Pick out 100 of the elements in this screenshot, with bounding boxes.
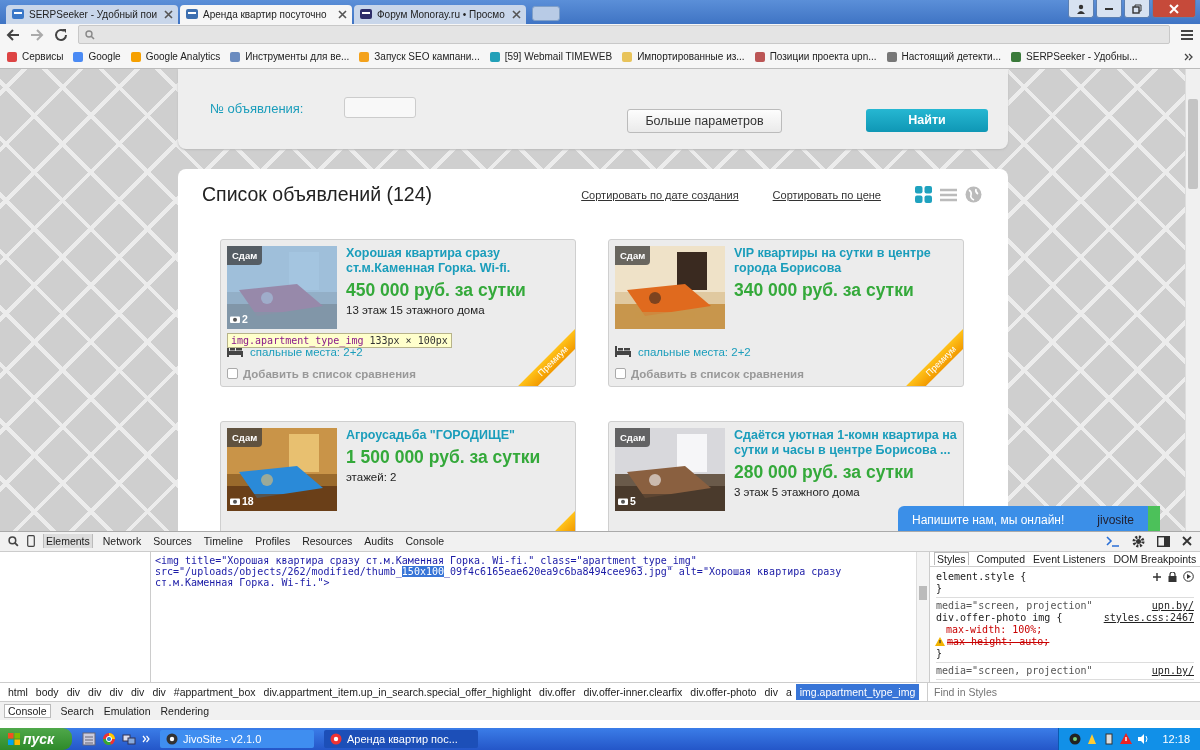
settings-icon[interactable] [1132, 535, 1145, 548]
styles-tab[interactable]: Computed [976, 553, 1026, 565]
bookmark[interactable]: Инструменты для ве... [229, 50, 350, 63]
console-icon[interactable] [1106, 535, 1120, 548]
drawer-tab[interactable]: Emulation [103, 705, 151, 717]
devtools-tab[interactable]: Resources [300, 534, 355, 549]
search-icon [85, 29, 95, 40]
close-icon[interactable] [512, 9, 521, 19]
styles-tab[interactable]: Styles [934, 552, 969, 566]
user-button[interactable] [1068, 0, 1094, 18]
breadcrumb[interactable]: div [105, 684, 127, 700]
source-link[interactable]: upn.by/ [1151, 600, 1194, 612]
scrollbar[interactable] [916, 552, 929, 682]
breadcrumb[interactable]: div.offer-inner.clearfix [579, 684, 687, 700]
bookmark[interactable]: Импортированные из... [621, 50, 745, 63]
breadcrumb[interactable]: div [84, 684, 106, 700]
bookmark[interactable]: Позиции проекта upn... [753, 50, 877, 63]
chat-prompt: Напишите нам, мы онлайн! [912, 512, 1066, 527]
devtools-tab[interactable]: Console [403, 534, 447, 549]
network-icon[interactable] [122, 732, 136, 746]
chat-widget[interactable]: Напишите нам, мы онлайн! jivosite [898, 505, 1160, 531]
bookmark[interactable]: Сервисы [6, 50, 64, 63]
bookmark[interactable]: [59] Webmail TIMEWEB [488, 50, 613, 63]
minimize-icon [1105, 7, 1113, 10]
calculator-icon[interactable] [82, 732, 96, 746]
breadcrumb[interactable]: html [4, 684, 32, 700]
breadcrumb[interactable]: div [148, 684, 170, 700]
breadcrumb[interactable]: body [31, 684, 63, 700]
breadcrumb[interactable]: div.offer-photo [686, 684, 761, 700]
play-icon[interactable] [1183, 571, 1194, 583]
breadcrumb[interactable]: div [760, 684, 782, 700]
devtools-tab[interactable]: Audits [362, 534, 396, 549]
breadcrumb[interactable]: a [781, 684, 796, 700]
maximize-button[interactable] [1124, 0, 1150, 18]
close-icon[interactable] [164, 9, 173, 19]
devtools-tab[interactable]: Sources [151, 534, 194, 549]
breadcrumb[interactable]: div [126, 684, 149, 700]
css-property: max-width: 100%; [946, 624, 1043, 636]
bookmark[interactable]: Google Analytics [129, 50, 221, 63]
floor-info: этажей: 2 [346, 470, 398, 483]
browser-tab[interactable]: Аренда квартир посуточно [180, 4, 352, 24]
bookmark-icon [358, 50, 371, 63]
browser-tab[interactable]: Форум Monoray.ru • Просмо [354, 4, 526, 24]
sort-link[interactable]: Сортировать по цене [772, 188, 881, 201]
breadcrumb[interactable]: div.offer [535, 684, 580, 700]
scrollbar[interactable] [1185, 68, 1200, 531]
drawer-tab[interactable]: Rendering [160, 705, 209, 717]
devtools-tab[interactable]: Elements [43, 534, 93, 549]
close-button[interactable] [1152, 0, 1196, 18]
menu-icon[interactable] [1180, 28, 1194, 41]
bookmark[interactable]: Google [72, 50, 121, 63]
tray-icon[interactable] [1103, 733, 1116, 745]
input-field[interactable] [344, 96, 416, 118]
phone-icon[interactable] [27, 535, 35, 548]
chevron-icon[interactable] [1184, 51, 1194, 62]
html-source: <img title="Хорошая квартира сразу ст.м.Каменная Горка. Wi-fi." class="apartment_type_img" src="/uploads/objects/262/modified/thumb_150x100_09f4c6165eae620ea9c6ba8494cee963.jpg" alt="Хорошая квартира сразу ст.м.Каменная Горка. Wi-fi."> [154, 554, 843, 590]
speaker-icon[interactable] [1137, 733, 1150, 745]
drawer-tab[interactable]: Search [60, 705, 94, 717]
bookmark-icon [6, 50, 18, 63]
taskbar-button[interactable]: Аренда квартир пос... [324, 730, 478, 748]
browser-tab[interactable]: SERPSeeker - Удобный пои [6, 4, 178, 24]
drawer-tab[interactable]: Console [4, 704, 51, 718]
listing-title: Список объявлений (124) [202, 183, 434, 207]
price: 280 000 руб. за сутки [734, 461, 915, 483]
breadcrumb[interactable]: div [62, 684, 85, 700]
grid-view-icon[interactable] [915, 186, 932, 204]
close-icon[interactable] [338, 9, 347, 19]
browser-icon[interactable] [102, 732, 116, 746]
minimize-button[interactable] [1096, 0, 1122, 18]
devtools-tab[interactable]: Network [100, 534, 144, 549]
warning-icon[interactable] [1120, 733, 1133, 745]
close-icon[interactable] [1182, 536, 1192, 547]
add-icon[interactable] [1152, 572, 1162, 582]
styles-tab[interactable]: Event Listeners [1033, 553, 1106, 565]
search-icon[interactable] [8, 536, 19, 547]
reload-icon[interactable] [54, 27, 68, 42]
lock-icon[interactable] [1168, 572, 1177, 582]
styles-tab[interactable]: DOM Breakpoints [1113, 553, 1197, 565]
bookmark[interactable]: Запуск SEO кампани... [358, 50, 480, 63]
photo-count-number: 5 [630, 494, 636, 507]
sort-link[interactable]: Сортировать по дате создания [581, 188, 739, 201]
source-link[interactable]: upn.by/ [1151, 665, 1194, 677]
bookmark-icon [621, 50, 634, 63]
start-button[interactable]: пуск [0, 728, 72, 750]
more-options-button[interactable]: Больше параметров [627, 108, 782, 133]
tray-icon[interactable] [1069, 733, 1082, 745]
dock-icon[interactable] [1157, 536, 1170, 547]
chevron-icon[interactable] [142, 735, 150, 743]
sleeping-places: спальные места: 2+2 [638, 345, 751, 358]
camera-icon [618, 496, 628, 505]
devtools-tab[interactable]: Profiles [253, 534, 293, 549]
source-link[interactable]: styles.css:2467 [1103, 612, 1194, 624]
back-icon[interactable] [6, 27, 20, 42]
breadcrumb[interactable]: img.apartment_type_img [795, 684, 920, 700]
field-label: № объявления: [210, 100, 304, 116]
devtools-tab[interactable]: Timeline [201, 534, 246, 549]
breadcrumb[interactable]: #appartment_box [169, 684, 260, 700]
breadcrumb[interactable]: div.appartment_item.up_in_search.special_offer_highlight [259, 684, 536, 700]
bookmark[interactable]: SERPSeeker - Удобны... [1010, 50, 1138, 63]
bookmark[interactable]: Настоящий детекти... [885, 50, 1002, 63]
